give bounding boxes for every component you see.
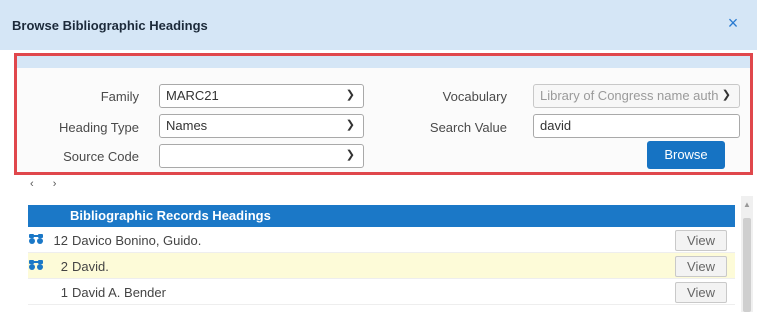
row-heading: David. (72, 259, 109, 274)
chevron-down-icon: ❯ (345, 89, 355, 101)
source-code-select[interactable]: ❯ (159, 144, 364, 168)
table-row: 12 Davico Bonino, Guido. View (28, 227, 735, 253)
results-header: Bibliographic Records Headings (28, 205, 735, 227)
pager-next-icon[interactable]: › (53, 178, 65, 190)
table-row: 1 David A. Bender View (28, 279, 735, 305)
chevron-down-icon: ❯ (721, 89, 731, 101)
search-value-text: david (540, 118, 572, 133)
search-value-label: Search Value (429, 120, 507, 135)
pager-prev-icon[interactable]: ‹ (30, 178, 42, 190)
dialog-title-bar: Browse Bibliographic Headings × (0, 0, 757, 50)
row-count: 12 (53, 233, 68, 248)
binoculars-icon[interactable] (28, 259, 44, 271)
row-heading: David A. Bender (72, 285, 166, 300)
scroll-up-icon[interactable]: ▲ (741, 200, 753, 209)
view-button[interactable]: View (675, 282, 727, 303)
family-select[interactable]: MARC21 ❯ (159, 84, 364, 108)
vocabulary-label: Vocabulary (442, 89, 507, 104)
table-row: 2 David. View (28, 253, 735, 279)
view-button[interactable]: View (675, 256, 727, 277)
heading-type-select[interactable]: Names ❯ (159, 114, 364, 138)
chevron-down-icon: ❯ (345, 149, 355, 161)
heading-type-select-value: Names (166, 118, 208, 133)
scroll-thumb[interactable] (743, 218, 751, 312)
vocabulary-select[interactable]: Library of Congress name auth ❯ (533, 84, 740, 108)
results-scrollbar[interactable]: ▲ (741, 196, 753, 312)
row-count: 2 (60, 259, 68, 274)
row-count: 1 (60, 285, 68, 300)
search-value-input[interactable]: david (533, 114, 740, 138)
results-table: Bibliographic Records Headings 12 Davico… (28, 205, 735, 305)
browse-button[interactable]: Browse (647, 141, 725, 169)
dialog-title: Browse Bibliographic Headings (12, 18, 208, 33)
browse-headings-dialog: Browse Bibliographic Headings × Family M… (0, 0, 757, 312)
heading-type-label: Heading Type (59, 120, 139, 135)
source-code-label: Source Code (63, 149, 139, 164)
family-select-value: MARC21 (166, 88, 219, 103)
row-heading: Davico Bonino, Guido. (72, 233, 202, 248)
vocabulary-select-value: Library of Congress name auth (540, 88, 719, 103)
search-panel: Family MARC21 ❯ Heading Type Names ❯ Sou… (14, 53, 753, 175)
close-icon[interactable]: × (723, 13, 743, 33)
pager: ‹ › (30, 178, 64, 190)
family-label: Family (100, 89, 139, 104)
panel-top-strip (17, 56, 750, 68)
view-button[interactable]: View (675, 230, 727, 251)
binoculars-icon[interactable] (28, 233, 44, 245)
chevron-down-icon: ❯ (345, 119, 355, 131)
